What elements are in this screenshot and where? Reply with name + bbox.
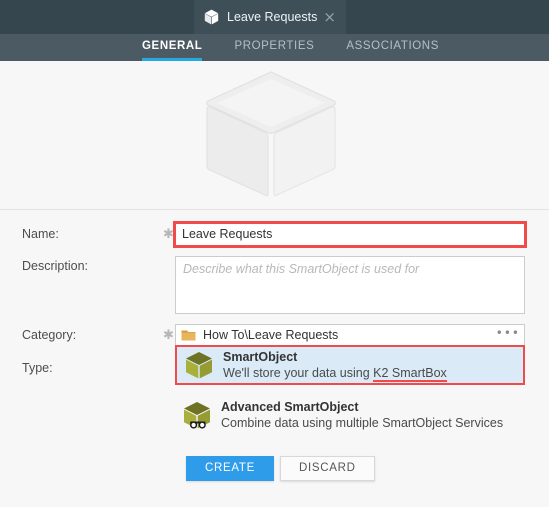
cube-icon (204, 9, 219, 25)
tab-properties[interactable]: PROPERTIES (234, 34, 314, 61)
cube-glasses-icon (184, 402, 210, 429)
category-input[interactable]: How To\Leave Requests ••• (175, 324, 525, 346)
category-browse-button[interactable]: ••• (496, 327, 520, 343)
tab-general[interactable]: GENERAL (142, 34, 203, 61)
type-option-advanced-subtitle: Combine data using multiple SmartObject … (221, 416, 504, 430)
type-option-smartobject-subtitle: We'll store your data using K2 SmartBox (223, 365, 447, 382)
tab-associations[interactable]: ASSOCIATIONS (346, 34, 439, 61)
document-tab-leave-requests[interactable]: Leave Requests × (194, 0, 346, 34)
type-option-smartobject[interactable]: SmartObject We'll store your data using … (175, 345, 525, 385)
type-option-smartobject-title: SmartObject (223, 349, 298, 364)
smartobject-cube-illustration (205, 71, 337, 197)
navigation-tab-strip: GENERAL PROPERTIES ASSOCIATIONS (0, 34, 549, 61)
type-option-advanced-title: Advanced SmartObject (221, 399, 359, 414)
subtitle-prefix: We'll store your data using (223, 366, 374, 380)
smartobject-designer-window: Leave Requests × GENERAL PROPERTIES ASSO… (0, 0, 549, 507)
folder-icon (181, 330, 196, 340)
create-button[interactable]: CREATE (186, 456, 274, 481)
type-label: Type: (22, 361, 53, 375)
discard-button[interactable]: DISCARD (280, 456, 375, 481)
name-required-marker: ✱ (163, 227, 174, 242)
general-form: Name: ✱ Leave Requests Description: Desc… (0, 211, 549, 507)
description-label: Description: (22, 259, 88, 273)
document-tab-label: Leave Requests (227, 10, 318, 24)
category-required-marker: ✱ (163, 328, 174, 343)
hero-banner (0, 61, 549, 210)
name-input[interactable]: Leave Requests (173, 221, 527, 248)
form-actions: CREATE DISCARD (186, 456, 375, 481)
type-option-smartobject-text: SmartObject We'll store your data using … (223, 349, 447, 382)
name-label: Name: (22, 227, 59, 241)
type-option-advanced-smartobject[interactable]: Advanced SmartObject Combine data using … (175, 395, 525, 435)
description-input[interactable]: Describe what this SmartObject is used f… (175, 256, 525, 314)
cube-icon (186, 352, 212, 379)
window-top-bar: Leave Requests × (0, 0, 549, 34)
close-icon[interactable]: × (321, 9, 338, 25)
k2-smartbox-link[interactable]: K2 SmartBox (373, 366, 447, 382)
category-label: Category: (22, 328, 77, 342)
type-option-advanced-text: Advanced SmartObject Combine data using … (221, 399, 503, 432)
category-value: How To\Leave Requests (203, 328, 339, 342)
